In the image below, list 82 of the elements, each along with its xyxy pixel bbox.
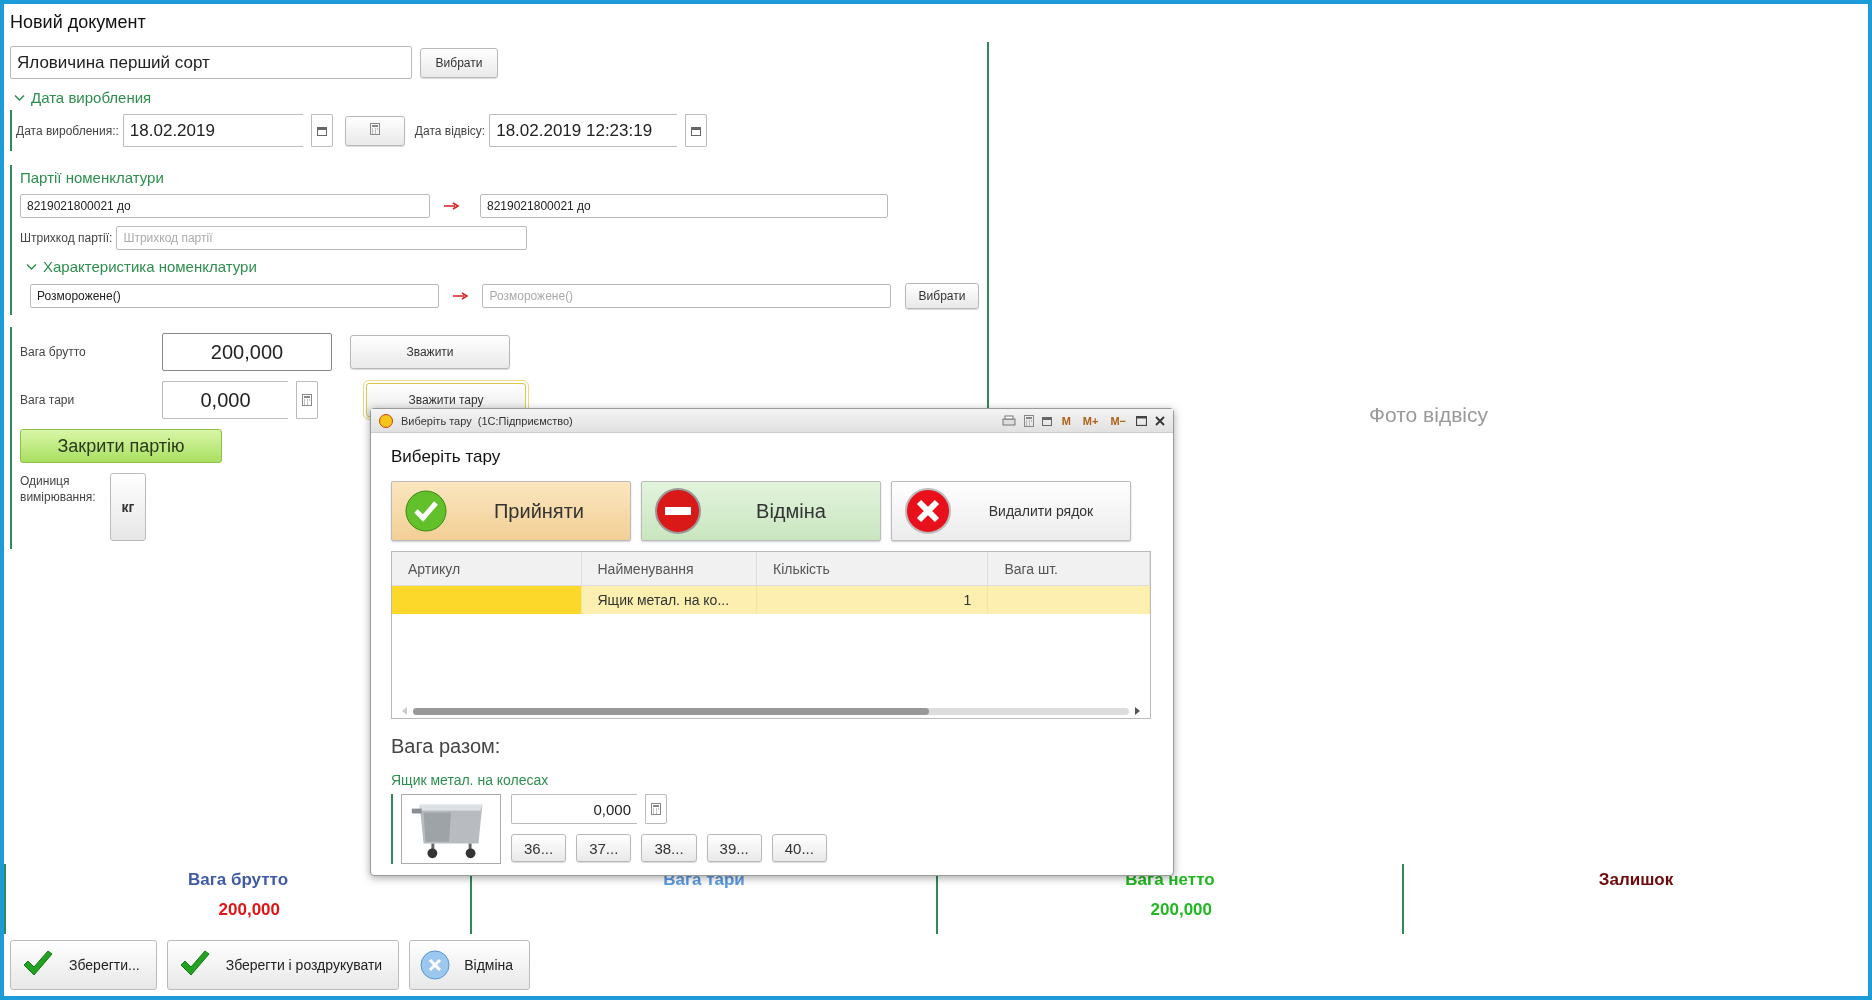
product-field[interactable]: Яловичина перший сорт — [10, 46, 412, 79]
preset-button[interactable]: 39... — [706, 834, 762, 862]
checkmark-icon — [404, 489, 448, 533]
action-button[interactable]: Відміна — [409, 940, 531, 990]
preset-button[interactable]: 38... — [641, 834, 697, 862]
summary-value: 200,000 — [218, 900, 280, 920]
column-header[interactable]: Найменування — [581, 552, 758, 585]
chevron-icon — [26, 262, 37, 271]
field-label: Одиниця вимірювання: — [20, 473, 97, 506]
characteristic-field[interactable]: Розморожене() — [30, 284, 439, 308]
calendar-button[interactable] — [344, 115, 405, 146]
dialog-button[interactable]: Видалити рядок — [891, 481, 1131, 541]
calendar-icon — [691, 125, 702, 136]
field-label: Вага брутто — [20, 345, 87, 359]
field-label: Вага тари — [20, 393, 76, 407]
scrollbar-thumb[interactable] — [413, 707, 929, 715]
weight-field[interactable]: 0,000 — [162, 381, 288, 419]
tare-weight-field[interactable]: 0,000 — [511, 794, 637, 824]
summary-value: 200,000 — [1150, 900, 1212, 920]
table-cell: Ящик метал. на ко... — [581, 586, 758, 614]
maximize-icon[interactable] — [1136, 415, 1147, 426]
calculator-button[interactable] — [645, 794, 667, 824]
column-header[interactable]: Артикул — [392, 552, 582, 585]
field-label: Дата відвісу: — [414, 123, 486, 138]
minus-icon — [654, 487, 702, 535]
preset-button[interactable]: 36... — [511, 834, 567, 862]
window-title: Новий документ — [9, 11, 147, 34]
batch-field[interactable]: 8219021800021 до — [480, 194, 888, 218]
calculator-icon — [302, 394, 312, 406]
summary-label: Вага брутто — [187, 870, 289, 890]
calendar-icon — [316, 125, 327, 136]
select-button[interactable]: Вибрати — [905, 283, 979, 309]
calculator-icon — [1023, 414, 1034, 427]
table-cell: 1 — [757, 586, 989, 614]
unit-button[interactable]: кг — [110, 473, 146, 541]
group-toggle[interactable]: Дата виробления — [14, 89, 979, 106]
arrow-icon — [452, 292, 469, 300]
table-row[interactable]: Ящик метал. на ко... 1 — [392, 586, 1150, 614]
summary-label: Залишок — [1598, 870, 1674, 890]
weigh-button[interactable]: Зважити — [350, 335, 510, 369]
action-button[interactable]: Зберегти... — [10, 940, 157, 990]
dialog-heading: Виберіть тару — [391, 447, 502, 467]
cancel-icon — [420, 950, 451, 980]
tare-name: Ящик метал. на колесах — [391, 772, 550, 788]
preset-button[interactable]: 37... — [576, 834, 632, 862]
select-button[interactable]: Вибрати — [420, 47, 498, 78]
close-icon[interactable] — [1155, 415, 1165, 426]
total-label: Вага разом: — [391, 735, 502, 758]
calendar-button[interactable] — [685, 114, 708, 147]
memory-button[interactable]: M+ — [1080, 414, 1101, 427]
close-icon — [904, 487, 952, 535]
dialog-button[interactable]: Відміна — [641, 481, 881, 541]
preset-button[interactable]: 40... — [771, 834, 827, 862]
column-header[interactable]: Кількість — [757, 552, 989, 585]
calendar-button[interactable] — [310, 114, 333, 147]
field-label: Дата виробления:: — [16, 123, 119, 138]
calculator-icon — [369, 123, 380, 135]
characteristic-field[interactable]: Розморожене() — [482, 284, 891, 308]
action-button[interactable]: Зберегти і роздрукувати — [166, 940, 400, 990]
group-toggle[interactable]: Характеристика номенклатури — [26, 258, 979, 275]
field-label: Штрихкод партії: — [20, 231, 113, 245]
scroll-right-icon[interactable] — [1135, 707, 1140, 715]
calendar-icon — [1041, 415, 1052, 426]
weight-field[interactable]: 200,000 — [162, 333, 332, 371]
calculator-button[interactable] — [296, 381, 318, 419]
barcode-field[interactable]: Штрихкод партії — [116, 226, 528, 250]
column-header[interactable]: Вага шт. — [988, 552, 1150, 585]
arrow-icon — [444, 202, 460, 210]
batch-field[interactable]: 8219021800021 до — [20, 194, 430, 218]
calculator-icon — [651, 803, 661, 815]
memory-button[interactable]: M — [1059, 414, 1073, 427]
memory-button[interactable]: M− — [1108, 414, 1128, 427]
close-batch-button[interactable]: Закрити партію — [20, 429, 222, 463]
dialog-button[interactable]: Прийняти — [391, 481, 631, 541]
chevron-icon — [14, 93, 25, 102]
group-title: Партії номенклатури — [20, 169, 165, 186]
date-field[interactable]: 18.02.2019 12:23:19 — [489, 114, 678, 147]
dialog-title: Виберіть тару (1С:Підприємство) — [401, 414, 574, 427]
date-field[interactable]: 18.02.2019 — [122, 114, 303, 147]
logo-icon — [379, 413, 393, 428]
printer-icon[interactable] — [1001, 414, 1016, 427]
photo-field: Фото відвісу — [1369, 403, 1488, 427]
